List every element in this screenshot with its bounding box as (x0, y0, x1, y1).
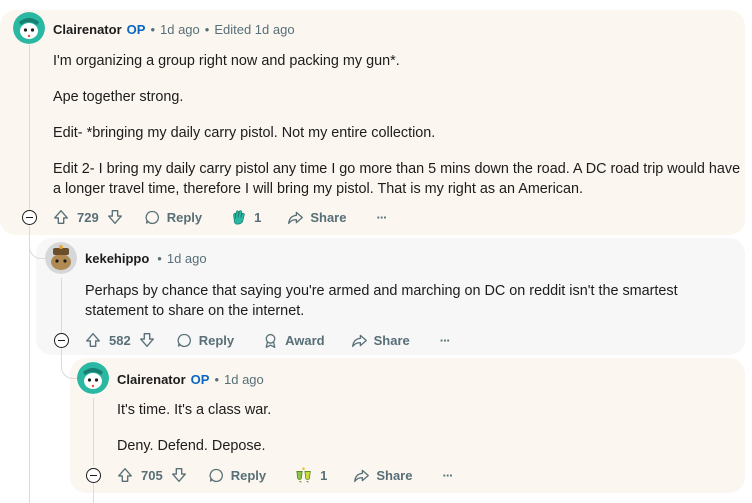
downvote-icon (171, 468, 186, 482)
comment-icon (209, 468, 223, 482)
vote-count: 582 (109, 332, 131, 348)
reply-button[interactable]: Reply (208, 467, 266, 484)
share-label: Share (373, 332, 410, 348)
comment-body: Perhaps by chance that saying you're arm… (85, 281, 735, 321)
op-badge: OP (190, 372, 210, 387)
snoo-avatar-icon (45, 242, 77, 274)
thread-connector (61, 358, 78, 379)
reply-button[interactable]: Reply (144, 209, 202, 226)
avatar[interactable] (13, 12, 45, 44)
thread-line[interactable] (93, 398, 94, 466)
reply-label: Reply (230, 467, 267, 483)
share-button[interactable]: Share (287, 209, 346, 226)
thread-line[interactable] (93, 483, 94, 503)
author-name[interactable]: Clairenator (53, 22, 122, 37)
wave-award-icon (233, 210, 245, 225)
comment-meta: kekehippo • 1d ago (85, 251, 207, 266)
vote-count: 705 (141, 467, 163, 483)
share-icon (351, 334, 367, 347)
award-count: 1 (320, 467, 328, 483)
comment-icon (145, 210, 159, 224)
comment-paragraph: I'm organizing a group right now and pac… (53, 53, 400, 69)
reply-label: Reply (198, 332, 235, 348)
reply-button[interactable]: Reply (176, 332, 234, 349)
comment-paragraph: Ape together strong. (53, 89, 184, 105)
separator-dot: • (157, 251, 162, 266)
snoo-avatar-icon (13, 12, 45, 44)
thread-line[interactable] (29, 45, 30, 210)
comment-paragraph: Perhaps by chance that saying you're arm… (85, 283, 678, 319)
separator-dot: • (214, 372, 219, 387)
award-icon (265, 333, 276, 348)
comment-paragraph: Edit 2- I bring my daily carry pistol an… (53, 161, 741, 197)
more-options-button[interactable]: ··· (376, 209, 387, 225)
separator-dot: • (204, 22, 210, 37)
timestamp[interactable]: 1d ago (167, 251, 207, 266)
comment-body: I'm organizing a group right now and pac… (53, 51, 743, 199)
avatar[interactable] (77, 362, 109, 394)
comment-meta: Clairenator OP • 1d ago (117, 372, 264, 387)
timestamp[interactable]: 1d ago (224, 372, 264, 387)
snoo-avatar-icon (77, 362, 109, 394)
collapse-button[interactable] (54, 333, 69, 348)
avatar[interactable] (45, 242, 77, 274)
thread-line[interactable] (29, 226, 30, 503)
author-name[interactable]: kekehippo (85, 251, 149, 266)
upvote-icon (118, 468, 132, 482)
op-badge: OP (126, 22, 146, 37)
downvote-button[interactable] (106, 208, 124, 226)
more-options-icon: ··· (439, 332, 451, 348)
thread-connector (29, 238, 46, 259)
reply-label: Reply (166, 209, 203, 225)
collapse-button[interactable] (22, 210, 37, 225)
collapse-button[interactable] (86, 468, 101, 483)
upvote-button[interactable] (116, 466, 134, 484)
thread-line[interactable] (61, 278, 62, 333)
upvote-icon (86, 333, 100, 347)
more-options-button[interactable]: ··· (439, 332, 451, 348)
downvote-button[interactable] (138, 331, 156, 349)
comment-paragraph: It's time. It's a class war. (117, 402, 272, 418)
downvote-icon (107, 210, 122, 224)
downvote-button[interactable] (170, 466, 188, 484)
cheers-award-icon (296, 467, 311, 483)
upvote-button[interactable] (84, 331, 102, 349)
comment-body: It's time. It's a class war. Deny. Defen… (117, 400, 737, 456)
action-bar: 705 Reply 1 Share ··· (116, 465, 453, 485)
edited-label: Edited 1d ago (214, 22, 295, 37)
award-count: 1 (254, 209, 262, 225)
share-button[interactable]: Share (353, 467, 412, 484)
vote-count: 729 (77, 209, 99, 225)
more-options-icon: ··· (376, 209, 387, 225)
action-bar: 729 Reply 1 Share ··· (52, 207, 387, 227)
award-button[interactable]: 1 (230, 208, 261, 226)
action-bar: 582 Reply Award Share ··· (84, 330, 451, 350)
share-icon (354, 469, 370, 482)
award-button[interactable]: 1 (294, 466, 327, 484)
comment-paragraph: Edit- *bringing my daily carry pistol. N… (53, 125, 436, 141)
share-icon (288, 211, 304, 224)
comment-paragraph: Deny. Defend. Depose. (117, 438, 266, 454)
comment-meta: Clairenator OP • 1d ago • Edited 1d ago (53, 22, 295, 37)
author-name[interactable]: Clairenator (117, 372, 186, 387)
upvote-button[interactable] (52, 208, 70, 226)
comment-icon (177, 333, 191, 347)
more-options-icon: ··· (442, 467, 453, 483)
award-label: Award (285, 332, 325, 348)
award-button[interactable]: Award (262, 332, 325, 349)
share-label: Share (310, 209, 347, 225)
upvote-icon (54, 210, 68, 224)
timestamp[interactable]: 1d ago (160, 22, 200, 37)
downvote-icon (139, 333, 154, 347)
separator-dot: • (150, 22, 155, 37)
more-options-button[interactable]: ··· (442, 467, 453, 483)
share-button[interactable]: Share (351, 332, 410, 349)
share-label: Share (376, 467, 413, 483)
